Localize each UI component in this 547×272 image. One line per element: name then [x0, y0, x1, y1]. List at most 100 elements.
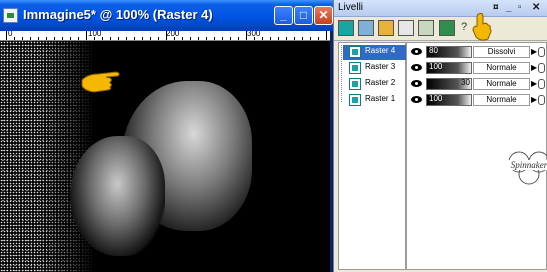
ruler-tick — [238, 37, 239, 40]
eye-icon[interactable] — [411, 96, 422, 103]
palette-toolbar: ? — [334, 12, 547, 41]
ruler-tick — [206, 37, 207, 40]
ruler-tick — [46, 37, 47, 40]
new-vector-layer-icon[interactable] — [358, 20, 374, 36]
ruler-tick — [286, 37, 287, 40]
layer-name: Raster 3 — [365, 62, 396, 71]
eye-icon[interactable] — [411, 48, 422, 55]
ruler-tick — [70, 37, 71, 40]
ruler-tick — [278, 37, 279, 40]
layer-row-raster-1[interactable]: Raster 1 — [343, 93, 406, 108]
ruler-label: 0 — [8, 31, 13, 38]
dropdown-arrow-icon[interactable]: ▶ — [531, 63, 537, 72]
ruler-tick — [318, 37, 319, 40]
dropdown-arrow-icon[interactable]: ▶ — [531, 95, 537, 104]
eye-icon[interactable] — [411, 64, 422, 71]
blend-mode-select[interactable]: Normale — [473, 78, 530, 90]
link-icon[interactable] — [538, 47, 545, 57]
watermark-text: Spinnaker — [511, 160, 547, 170]
layer-name: Raster 2 — [365, 78, 396, 87]
image-window[interactable]: Immagine5* @ 100% (Raster 4) _ □ ✕ 0 100… — [0, 0, 333, 272]
ruler-tick — [110, 37, 111, 40]
link-icon[interactable] — [538, 79, 545, 89]
layer-icon — [349, 46, 361, 58]
layers-palette[interactable]: Livelli ¤ _ ▫ ✕ ? Raster 4 Raster 3 Rast… — [333, 0, 547, 272]
link-icon[interactable] — [538, 63, 545, 73]
ruler-tick — [158, 37, 159, 40]
hand-pointer-icon — [472, 12, 492, 41]
watermark-logo: Spinnaker — [503, 151, 547, 185]
ruler-label: 200 — [166, 31, 180, 38]
ruler-tick — [214, 37, 215, 40]
image-canvas[interactable] — [0, 41, 330, 272]
layer-list[interactable]: Raster 4 Raster 3 Raster 2 Raster 1 — [338, 42, 406, 270]
layer-row-raster-4[interactable]: Raster 4 — [343, 45, 406, 60]
ruler-tick — [54, 37, 55, 40]
ruler-tick — [262, 37, 263, 40]
dropdown-arrow-icon[interactable]: ▶ — [531, 79, 537, 88]
close-icon: ✕ — [318, 8, 329, 22]
ruler-tick — [86, 31, 87, 40]
layer-name: Raster 1 — [365, 94, 396, 103]
dropdown-arrow-icon[interactable]: ▶ — [531, 47, 537, 56]
app-icon[interactable] — [3, 8, 18, 23]
opacity-value: 100 — [429, 62, 443, 71]
ruler-tick — [166, 31, 167, 40]
ruler-tick — [142, 37, 143, 40]
blend-mode-select[interactable]: Normale — [473, 94, 530, 106]
palette-minimize-icon[interactable]: _ — [506, 2, 512, 13]
ruler-tick — [134, 37, 135, 40]
layer-icon — [349, 78, 361, 90]
palette-restore-icon[interactable]: ▫ — [518, 2, 522, 13]
minimize-button[interactable]: _ — [274, 6, 293, 25]
ruler-tick — [254, 37, 255, 40]
ruler-tick — [222, 37, 223, 40]
opacity-value: 80 — [429, 46, 438, 55]
ruler-tick — [14, 37, 15, 40]
layer-props-row: 100 Normale ▶ — [409, 93, 547, 108]
ruler-tick — [326, 31, 327, 40]
hand-pointer-icon — [81, 71, 120, 93]
window-title: Immagine5* @ 100% (Raster 4) — [23, 7, 213, 22]
close-button[interactable]: ✕ — [314, 6, 333, 25]
ruler-tick — [198, 37, 199, 40]
layer-icon — [349, 94, 361, 106]
ruler-tick — [118, 37, 119, 40]
layer-props-row: 100 Normale ▶ — [409, 61, 547, 76]
palette-pin-icon[interactable]: ¤ — [493, 2, 499, 13]
layer-properties: 80 Dissolvi ▶ 100 Normale ▶ 30 Normale ▶… — [406, 42, 547, 270]
palette-title: Livelli — [338, 2, 364, 13]
ruler-tick — [182, 37, 183, 40]
layer-row-raster-3[interactable]: Raster 3 — [343, 61, 406, 76]
ruler-tick — [94, 37, 95, 40]
new-raster-layer-icon[interactable] — [338, 20, 354, 36]
new-group-icon[interactable] — [378, 20, 394, 36]
palette-close-icon[interactable]: ✕ — [532, 2, 540, 13]
blend-mode-select[interactable]: Dissolvi — [473, 46, 530, 58]
ruler-tick — [38, 37, 39, 40]
new-mask-icon[interactable] — [418, 20, 434, 36]
ruler-tick — [302, 37, 303, 40]
ruler-tick — [126, 37, 127, 40]
help-button[interactable]: ? — [461, 21, 467, 33]
ruler-tick — [150, 37, 151, 40]
layer-props-row: 30 Normale ▶ — [409, 77, 547, 92]
ruler-tick — [22, 37, 23, 40]
ruler-tick — [78, 37, 79, 40]
eye-icon[interactable] — [411, 80, 422, 87]
maximize-button[interactable]: □ — [294, 6, 313, 25]
layer-row-raster-2[interactable]: Raster 2 — [343, 77, 406, 92]
opacity-value: 100 — [429, 94, 443, 103]
ruler-tick — [190, 37, 191, 40]
ruler-tick — [6, 31, 7, 40]
layer-props-row: 80 Dissolvi ▶ — [409, 45, 547, 60]
opacity-value: 30 — [461, 78, 470, 87]
duplicate-layer-icon[interactable] — [398, 20, 414, 36]
merge-layer-icon[interactable] — [439, 20, 455, 36]
window-titlebar[interactable]: Immagine5* @ 100% (Raster 4) _ □ ✕ — [0, 0, 333, 31]
horizontal-ruler: 0 100 200 300 — [0, 31, 330, 41]
layer-icon — [349, 62, 361, 74]
palette-titlebar[interactable]: Livelli ¤ _ ▫ ✕ — [334, 0, 547, 17]
link-icon[interactable] — [538, 95, 545, 105]
blend-mode-select[interactable]: Normale — [473, 62, 530, 74]
